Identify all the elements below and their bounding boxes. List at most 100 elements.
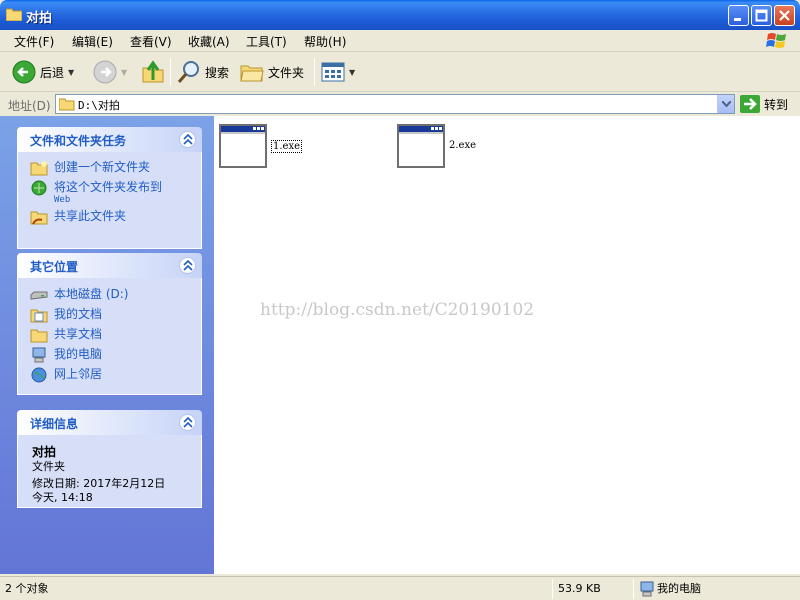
place-local-disk[interactable]: 本地磁盘 (D:) <box>30 287 201 303</box>
back-arrow-icon <box>12 60 36 84</box>
details-folder-name: 对拍 <box>32 445 57 459</box>
task-pane: 文件和文件夹任务 创建一个新文件夹 将这个文件夹发布到 Web 共享此文件夹 其… <box>0 116 214 574</box>
place-my-documents[interactable]: 我的文档 <box>30 307 201 323</box>
toolbar-separator <box>170 58 171 86</box>
task-label: 共享此文件夹 <box>54 209 127 223</box>
up-folder-button[interactable] <box>142 58 164 86</box>
local-disk-icon <box>30 291 48 300</box>
file-tasks-header[interactable]: 文件和文件夹任务 <box>17 127 202 152</box>
file-tasks-panel: 文件和文件夹任务 创建一个新文件夹 将这个文件夹发布到 Web 共享此文件夹 <box>17 127 202 249</box>
task-sublabel: Web <box>54 195 71 205</box>
address-input[interactable]: D:\对拍 <box>55 94 735 114</box>
window-title: 对拍 <box>26 11 53 26</box>
place-label: 我的电脑 <box>54 347 103 361</box>
collapse-button[interactable] <box>179 257 196 274</box>
exe-application-icon <box>219 124 267 168</box>
my-computer-icon <box>640 581 654 597</box>
forward-arrow-icon <box>93 60 117 84</box>
task-share-folder[interactable]: 共享此文件夹 <box>30 209 201 225</box>
other-places-panel: 其它位置 本地磁盘 (D:) 我的文档 共享文档 我的电脑 网上邻居 <box>17 253 202 395</box>
title-bar[interactable]: 对拍 <box>0 0 800 30</box>
details-type: 文件夹 <box>32 460 65 473</box>
menu-tools[interactable]: 工具(T) <box>246 33 287 50</box>
place-label: 本地磁盘 (D:) <box>54 287 129 301</box>
collapse-button[interactable] <box>179 414 196 431</box>
close-icon <box>779 10 790 21</box>
go-label: 转到 <box>764 97 789 112</box>
other-places-header[interactable]: 其它位置 <box>17 253 202 278</box>
place-label: 我的文档 <box>54 307 103 321</box>
status-divider <box>552 579 553 599</box>
search-label: 搜索 <box>205 65 230 80</box>
share-folder-icon <box>30 211 48 225</box>
file-item[interactable]: 2.exe <box>397 124 476 168</box>
file-tasks-title: 文件和文件夹任务 <box>30 134 127 148</box>
folder-icon <box>59 98 75 111</box>
close-button[interactable] <box>774 5 795 26</box>
minimize-icon <box>734 18 741 21</box>
file-list-area[interactable]: 1.exe 2.exe http://blog.csdn.net/C201901… <box>214 116 800 574</box>
views-dropdown-icon[interactable]: ▼ <box>349 68 355 77</box>
address-path: D:\对拍 <box>78 99 120 112</box>
file-name: 2.exe <box>449 140 477 151</box>
toolbar: 后退 ▼ ▼ 搜索 文件夹 ▼ <box>0 52 800 92</box>
forward-button[interactable]: ▼ <box>93 58 127 86</box>
folder-icon <box>6 8 22 21</box>
exe-application-icon <box>397 124 445 168</box>
place-network[interactable]: 网上邻居 <box>30 367 201 383</box>
chevron-up-icon <box>183 134 193 145</box>
address-bar: 地址(D) D:\对拍 转到 <box>0 92 800 116</box>
folders-label: 文件夹 <box>268 65 305 80</box>
place-label: 网上邻居 <box>54 367 103 381</box>
status-location: 我的电脑 <box>657 582 701 595</box>
back-dropdown-icon[interactable]: ▼ <box>68 68 74 77</box>
status-object-count: 2 个对象 <box>5 582 49 595</box>
views-icon <box>321 62 345 82</box>
go-arrow-icon <box>740 95 760 113</box>
search-button[interactable]: 搜索 <box>177 58 229 86</box>
maximize-icon <box>755 9 768 22</box>
menu-file[interactable]: 文件(F) <box>14 33 54 50</box>
status-bar: 2 个对象 53.9 KB 我的电脑 <box>0 576 800 600</box>
details-time: 今天, 14:18 <box>32 491 93 504</box>
folders-icon <box>240 65 264 82</box>
maximize-button[interactable] <box>751 5 772 26</box>
back-label: 后退 <box>40 65 65 80</box>
task-label: 创建一个新文件夹 <box>54 160 151 174</box>
network-places-icon <box>31 367 47 383</box>
file-item[interactable]: 1.exe <box>219 124 303 168</box>
minimize-button[interactable] <box>728 5 749 26</box>
details-modified: 修改日期: 2017年2月12日 <box>32 477 166 490</box>
menu-favorites[interactable]: 收藏(A) <box>188 33 230 50</box>
place-label: 共享文档 <box>54 327 103 341</box>
folders-button[interactable]: 文件夹 <box>240 58 304 86</box>
details-panel: 详细信息 对拍 文件夹 修改日期: 2017年2月12日 今天, 14:18 <box>17 410 202 508</box>
toolbar-separator <box>314 58 315 86</box>
menu-bar: 文件(F) 编辑(E) 查看(V) 收藏(A) 工具(T) 帮助(H) <box>0 30 800 52</box>
place-my-computer[interactable]: 我的电脑 <box>30 347 201 363</box>
watermark-text: http://blog.csdn.net/C20190102 <box>260 300 535 320</box>
my-computer-icon <box>32 347 46 363</box>
chevron-up-icon <box>183 417 193 428</box>
task-publish-web[interactable]: 将这个文件夹发布到 Web <box>30 180 201 205</box>
menu-help[interactable]: 帮助(H) <box>304 33 346 50</box>
publish-web-icon <box>31 180 47 196</box>
task-new-folder[interactable]: 创建一个新文件夹 <box>30 160 201 176</box>
views-button[interactable]: ▼ <box>321 58 355 86</box>
forward-dropdown-icon[interactable]: ▼ <box>121 68 127 77</box>
windows-logo-icon <box>766 33 786 48</box>
menu-edit[interactable]: 编辑(E) <box>72 33 113 50</box>
address-label: 地址(D) <box>8 99 51 113</box>
address-dropdown-button[interactable] <box>717 95 734 113</box>
chevron-up-icon <box>183 260 193 271</box>
status-size: 53.9 KB <box>558 582 601 595</box>
details-title: 详细信息 <box>30 417 79 431</box>
other-places-title: 其它位置 <box>30 260 79 274</box>
details-header[interactable]: 详细信息 <box>17 410 202 435</box>
collapse-button[interactable] <box>179 131 196 148</box>
up-folder-icon <box>142 60 164 83</box>
back-button[interactable]: 后退 ▼ <box>12 58 74 86</box>
go-button[interactable]: 转到 <box>740 95 788 113</box>
menu-view[interactable]: 查看(V) <box>130 33 172 50</box>
place-shared-documents[interactable]: 共享文档 <box>30 327 201 343</box>
